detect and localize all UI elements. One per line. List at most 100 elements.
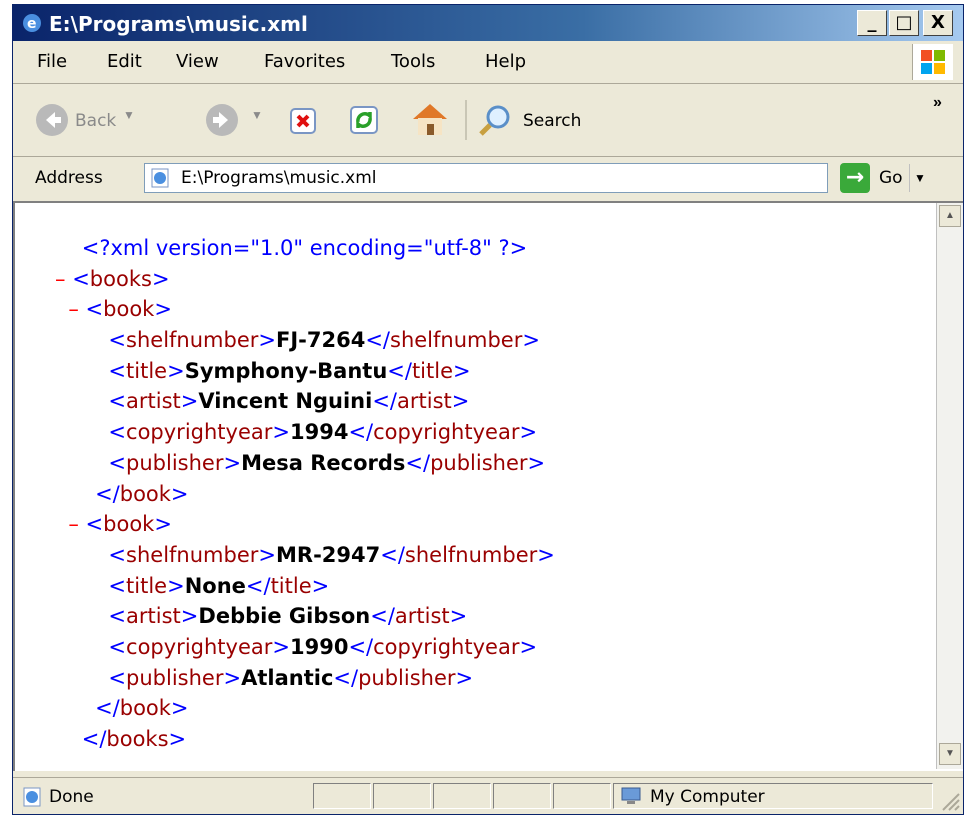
tag-name: publisher: [358, 665, 456, 690]
markup: <: [108, 604, 127, 629]
xml-line: <publisher>Mesa Records</publisher>: [55, 448, 555, 479]
collapse-toggle[interactable]: –: [55, 267, 72, 291]
markup: >: [311, 573, 330, 598]
markup: <: [85, 512, 104, 537]
collapse-toggle[interactable]: –: [68, 297, 85, 321]
xml-line: <title>None</title>: [55, 571, 555, 602]
marker-gap: [82, 696, 95, 720]
tag-name: title: [126, 573, 168, 598]
scroll-up-icon[interactable]: ▲: [939, 205, 961, 227]
marker-gap: [95, 666, 108, 690]
resize-grip-icon[interactable]: [937, 788, 961, 812]
windows-logo-icon: [912, 44, 953, 80]
maximize-button[interactable]: □: [889, 10, 919, 36]
markup: >: [455, 665, 474, 690]
marker-gap: [95, 604, 108, 628]
home-icon[interactable]: [409, 101, 451, 137]
forward-icon[interactable]: [205, 103, 239, 137]
collapse-toggle[interactable]: –: [68, 512, 85, 536]
tag-name: artist: [126, 389, 181, 414]
menu-tools[interactable]: Tools: [391, 51, 435, 72]
title-bar[interactable]: e E:\Programs\music.xml _ □ X: [13, 5, 963, 41]
status-pane: [373, 783, 431, 809]
tag-name: publisher: [126, 450, 224, 475]
close-button[interactable]: X: [923, 10, 953, 36]
tag-name: books: [89, 266, 152, 291]
back-icon[interactable]: [35, 103, 69, 137]
markup: >: [168, 727, 187, 751]
markup: <: [108, 358, 127, 383]
refresh-icon[interactable]: [349, 105, 379, 135]
stop-icon[interactable]: [289, 107, 317, 135]
go-arrow-icon[interactable]: →: [840, 163, 870, 193]
xml-document: <?xml version="1.0" encoding="utf-8" ?> –…: [15, 233, 555, 755]
markup: >: [519, 420, 538, 445]
tag-name: book: [119, 481, 171, 506]
address-value[interactable]: E:\Programs\music.xml: [181, 168, 377, 188]
markup: </: [372, 389, 397, 414]
tag-name: shelfnumber: [126, 328, 259, 353]
menu-help[interactable]: Help: [485, 51, 526, 72]
xml-line[interactable]: – <books>: [55, 264, 555, 295]
markup: <: [108, 665, 127, 690]
markup: >: [223, 450, 242, 475]
markup: <?xml version="1.0" encoding="utf-8" ?>: [81, 236, 528, 260]
tag-name: book: [103, 297, 155, 322]
toolbar-overflow-button[interactable]: »: [933, 94, 942, 112]
xml-line: </book>: [55, 479, 555, 510]
menu-favorites[interactable]: Favorites: [264, 51, 345, 72]
marker-gap: [68, 236, 81, 260]
markup: >: [151, 266, 170, 291]
toolbar-divider: [465, 100, 467, 140]
xml-line[interactable]: – <book>: [55, 294, 555, 325]
markup: </: [348, 420, 374, 445]
zone-text: My Computer: [650, 787, 765, 807]
markup: </: [387, 358, 412, 383]
element-text: Atlantic: [241, 665, 334, 690]
forward-dropdown-icon[interactable]: ▼: [251, 108, 263, 122]
menu-view[interactable]: View: [176, 51, 219, 72]
marker-gap: [95, 574, 108, 598]
tag-name: publisher: [126, 665, 224, 690]
ie-icon: e: [23, 14, 41, 32]
my-computer-icon: [621, 787, 641, 804]
markup: >: [167, 573, 185, 598]
tag-name: copyrightyear: [126, 420, 273, 445]
xml-line: <?xml version="1.0" encoding="utf-8" ?>: [55, 233, 555, 264]
scroll-down-icon[interactable]: ▼: [939, 743, 961, 765]
xml-line: <artist>Debbie Gibson</artist>: [55, 601, 555, 632]
element-text: 1990: [289, 634, 349, 659]
markup: <: [108, 389, 127, 414]
xml-line: <copyrightyear>1990</copyrightyear>: [55, 632, 555, 663]
go-button[interactable]: Go: [879, 168, 903, 188]
tag-name: book: [119, 696, 171, 721]
xml-line: </book>: [55, 693, 555, 724]
marker-gap: [95, 420, 108, 444]
search-icon[interactable]: [477, 103, 513, 139]
element-text: Mesa Records: [241, 450, 406, 475]
menu-file[interactable]: File: [37, 51, 67, 72]
address-dropdown-icon[interactable]: ▼: [909, 164, 930, 192]
back-dropdown-icon[interactable]: ▼: [123, 108, 135, 122]
status-bar: Done My Computer: [13, 777, 963, 815]
minimize-button[interactable]: _: [857, 10, 887, 36]
search-button[interactable]: Search: [523, 111, 581, 131]
back-label[interactable]: Back: [75, 111, 116, 131]
marker-gap: [95, 389, 108, 413]
xml-line[interactable]: – <book>: [55, 509, 555, 540]
menu-edit[interactable]: Edit: [107, 51, 142, 72]
menu-bar: File Edit View Favorites Tools Help: [13, 41, 963, 84]
address-input[interactable]: E:\Programs\music.xml ▼: [144, 163, 930, 193]
xml-line: <shelfnumber>FJ-7264</shelfnumber>: [55, 325, 555, 356]
window-title: E:\Programs\music.xml: [49, 12, 308, 36]
tag-name: copyrightyear: [373, 634, 520, 659]
tag-name: artist: [126, 604, 181, 629]
vertical-scrollbar[interactable]: ▲ ▼: [936, 203, 963, 769]
markup: >: [180, 604, 199, 629]
